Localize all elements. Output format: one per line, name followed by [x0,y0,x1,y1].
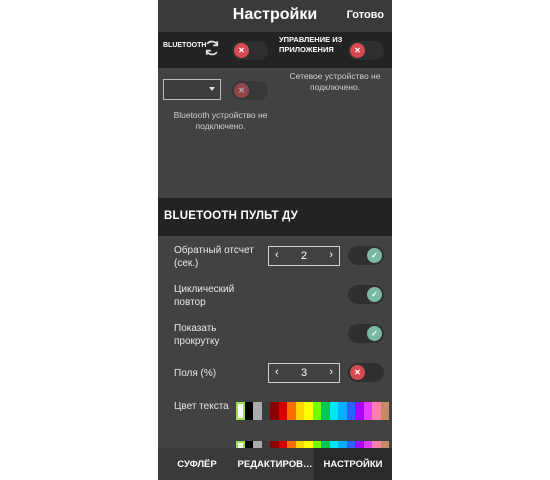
show-scroll-label: Показать прокрутку [174,323,220,347]
increment-button[interactable]: › [329,249,333,261]
refresh-icon[interactable] [203,39,221,57]
device-dropdown[interactable] [163,79,221,100]
close-icon: ✕ [350,365,365,380]
color-swatch[interactable] [380,402,389,420]
bluetooth-label: BLUETOOTH [163,42,207,49]
loop-repeat-label: Циклический повтор [174,284,235,308]
connection-row: BLUETOOTH ✕ УПРАВЛЕНИЕ ИЗ ПРИЛОЖЕНИЯ ✕ [158,32,392,68]
text-color-label: Цвет текста [174,401,229,412]
chevron-down-icon [209,87,215,91]
color-swatch[interactable] [321,402,330,420]
increment-button[interactable]: › [329,366,333,378]
check-icon: ✓ [367,326,382,341]
app-control-toggle[interactable]: ✕ [348,41,384,60]
app-control-label: УПРАВЛЕНИЕ ИЗ ПРИЛОЖЕНИЯ [279,35,343,54]
margins-stepper[interactable]: ‹ 3 › [268,363,340,383]
device-toggle[interactable]: ✕ [232,81,268,100]
close-icon: ✕ [350,43,365,58]
margins-label: Поля (%) [174,368,217,379]
color-swatch[interactable] [363,402,372,420]
countdown-toggle[interactable]: ✓ [348,246,384,265]
section-header: BLUETOOTH ПУЛЬТ ДУ [158,198,392,236]
color-swatch[interactable] [287,402,296,420]
color-swatch[interactable] [261,402,270,420]
loop-repeat-toggle[interactable]: ✓ [348,285,384,304]
tab-editor[interactable]: РЕДАКТИРОВ… [236,448,314,480]
bluetooth-status: Bluetooth устройство не подключено. [173,110,268,131]
color-swatch[interactable] [244,402,253,420]
margins-toggle[interactable]: ✕ [348,363,384,382]
show-scroll-toggle[interactable]: ✓ [348,324,384,343]
bottom-nav: СУФЛЁР РЕДАКТИРОВ… НАСТРОЙКИ [158,448,392,480]
color-swatch[interactable] [355,402,364,420]
close-icon: ✕ [234,43,249,58]
text-color-palette [236,402,389,420]
check-icon: ✓ [367,287,382,302]
countdown-label: Обратный отсчет (сек.) [174,245,254,269]
color-swatch[interactable] [338,402,347,420]
color-swatch[interactable] [346,402,355,420]
section-title: BLUETOOTH ПУЛЬТ ДУ [164,210,298,222]
done-button[interactable]: Готово [347,9,384,21]
tab-settings[interactable]: НАСТРОЙКИ [314,448,392,480]
color-swatch[interactable] [372,402,381,420]
color-swatch[interactable] [304,402,313,420]
color-swatch[interactable] [312,402,321,420]
tab-prompter[interactable]: СУФЛЁР [158,448,236,480]
color-swatch[interactable] [253,402,262,420]
close-icon: ✕ [234,83,249,98]
color-swatch[interactable] [270,402,279,420]
settings-screen: Настройки Готово BLUETOOTH ✕ УПРАВЛЕНИЕ … [158,0,392,480]
check-icon: ✓ [367,248,382,263]
color-swatch[interactable] [329,402,338,420]
network-status: Сетевое устройство не подключено. [289,71,381,92]
color-swatch[interactable] [236,402,245,420]
countdown-stepper[interactable]: ‹ 2 › [268,246,340,266]
bluetooth-toggle[interactable]: ✕ [232,41,268,60]
color-swatch[interactable] [278,402,287,420]
title-bar: Настройки Готово [158,0,392,32]
color-swatch[interactable] [295,402,304,420]
